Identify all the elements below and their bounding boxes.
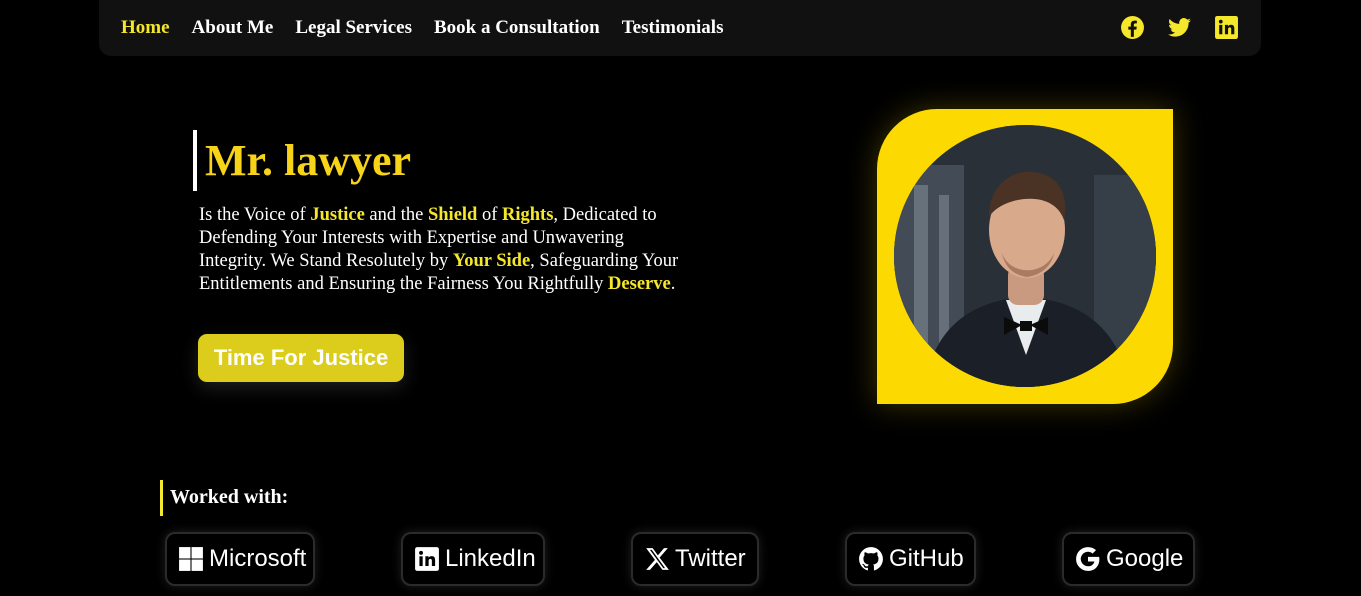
lawyer-portrait-image <box>894 125 1156 387</box>
highlight-shield: Shield <box>427 205 478 225</box>
nav-book-consultation-link[interactable]: Book a Consultation <box>434 17 600 39</box>
brand-microsoft[interactable]: Microsoft <box>165 532 315 586</box>
linkedin-icon <box>414 546 440 572</box>
time-for-justice-button[interactable]: Time For Justice <box>198 334 404 382</box>
brand-label: Microsoft <box>209 545 307 572</box>
brand-twitter[interactable]: Twitter <box>631 532 759 586</box>
nav-testimonials-link[interactable]: Testimonials <box>622 17 724 39</box>
navbar: Home About Me Legal Services Book a Cons… <box>99 0 1261 56</box>
highlight-your-side: Your Side <box>452 251 531 271</box>
brand-label: LinkedIn <box>445 545 536 572</box>
desc-text: Is the Voice of <box>199 205 311 225</box>
brand-label: Google <box>1106 545 1184 572</box>
github-icon <box>858 546 884 572</box>
brand-google[interactable]: Google <box>1062 532 1195 586</box>
nav-about-link[interactable]: About Me <box>192 17 274 39</box>
linkedin-icon[interactable] <box>1214 15 1239 40</box>
brand-label: GitHub <box>889 545 964 572</box>
desc-text: and the <box>364 205 428 225</box>
nav-links: Home About Me Legal Services Book a Cons… <box>121 17 745 39</box>
facebook-icon[interactable] <box>1120 15 1145 40</box>
brand-label: Twitter <box>675 545 746 572</box>
desc-text: . <box>670 274 676 294</box>
social-links <box>1120 15 1239 40</box>
hero-title: Mr. lawyer <box>193 130 683 191</box>
desc-text: of <box>477 205 503 225</box>
highlight-justice: Justice <box>310 205 365 225</box>
hero-section: Mr. lawyer Is the Voice of Justice and t… <box>193 130 683 296</box>
brand-linkedin[interactable]: LinkedIn <box>401 532 545 586</box>
hero-description: Is the Voice of Justice and the Shield o… <box>199 204 679 296</box>
nav-legal-services-link[interactable]: Legal Services <box>295 17 412 39</box>
portrait-frame <box>877 109 1173 404</box>
twitter-icon[interactable] <box>1167 15 1192 40</box>
x-icon <box>644 546 670 572</box>
brand-github[interactable]: GitHub <box>845 532 976 586</box>
highlight-rights: Rights <box>502 205 554 225</box>
worked-with-heading: Worked with: <box>160 480 288 516</box>
highlight-deserve: Deserve <box>608 274 671 294</box>
nav-home-link[interactable]: Home <box>121 17 170 39</box>
microsoft-icon <box>178 546 204 572</box>
google-icon <box>1075 546 1101 572</box>
